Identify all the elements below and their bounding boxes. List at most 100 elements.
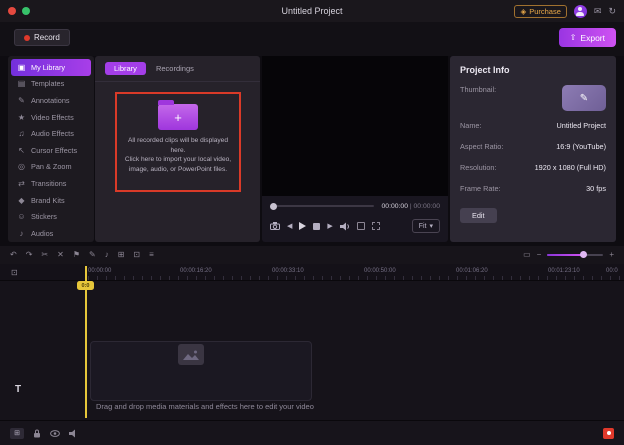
delete-icon[interactable]: ✕ [57,251,64,259]
account-avatar[interactable] [573,4,587,18]
name-label: Name: [460,121,482,130]
ruler-tick: 00:00:33:10 [272,268,304,274]
resolution-row: Resolution: 1920 x 1080 (Full HD) [460,163,606,172]
preview-screen [262,56,448,196]
marker-icon[interactable]: ⚑ [73,251,80,259]
sidebar-item-video-effects[interactable]: ★ Video Effects [11,109,91,126]
tab-library[interactable]: Library [105,62,146,75]
help-icon[interactable] [603,427,614,439]
sidebar-item-annotations[interactable]: ✎ Annotations [11,92,91,109]
greenscreen-icon[interactable]: ⊡ [133,251,140,259]
track-manager-icon[interactable]: ≡ [149,251,154,259]
edit-thumbnail-icon: ✎ [579,92,589,104]
purchase-button[interactable]: ◈ Purchase [514,4,567,18]
templates-icon: ▤ [17,79,26,89]
current-time: 00:00:00 [381,202,408,210]
sidebar-item-pan-zoom[interactable]: ◎ Pan & Zoom [11,159,91,176]
split-icon[interactable]: ✂ [41,251,48,259]
mute-track-icon[interactable] [69,429,79,438]
ruler-tick: 00:0 [606,268,618,274]
sidebar-item-label: Pan & Zoom [31,162,72,172]
project-info-title: Project Info [460,65,510,75]
zoom-window-button[interactable] [22,7,30,15]
timeline-drop-hint: Drag and drop media materials and effect… [96,402,314,411]
annotations-icon: ✎ [18,95,25,105]
aspect-ratio-value: 16:9 (YouTube) [556,142,606,151]
sidebar-item-transitions[interactable]: ⇄ Transitions [11,175,91,192]
redo-icon[interactable]: ↷ [26,251,33,259]
resolution-label: Resolution: [460,163,497,172]
record-button[interactable]: Record [14,29,70,46]
timeline-ruler[interactable]: 00:00:00 00:00:16:20 00:00:33:10 00:00:5… [0,264,624,281]
pip-icon[interactable]: ⊞ [118,251,125,259]
zoom-out-icon[interactable]: − [537,251,542,259]
name-row: Name: Untitled Project [460,121,606,130]
ruler-tick: 00:01:06:20 [456,268,488,274]
close-window-button[interactable] [8,7,16,15]
collapse-tracks-icon[interactable]: ⊡ [11,268,18,277]
fit-dropdown[interactable]: Fit ▾ [411,219,440,233]
voiceover-icon[interactable]: ♪ [105,251,109,259]
sidebar-item-cursor-effects[interactable]: ↖ Cursor Effects [11,142,91,159]
transitions-icon: ⇄ [18,178,25,188]
sidebar-item-label: Transitions [31,178,67,188]
pan-zoom-icon: ◎ [18,162,25,172]
seek-bar[interactable] [270,202,374,210]
frame-rate-row: Frame Rate: 30 fps [460,184,606,193]
show-hide-track-icon[interactable] [50,429,60,437]
zoom-in-icon[interactable]: + [609,251,614,259]
zoom-slider-knob[interactable] [579,251,587,259]
sidebar-item-templates[interactable]: ▤ Templates [11,76,91,93]
undo-icon[interactable]: ↶ [10,251,17,259]
fit-label: Fit [418,222,427,230]
restore-icon[interactable]: ↻ [608,6,616,16]
import-media-dropzone[interactable]: + All recorded clips will be displayed h… [115,92,241,192]
zoom-slider-fill [547,253,583,257]
purchase-label: Purchase [529,6,561,16]
feedback-icon[interactable]: ✉ [594,6,602,16]
sidebar-item-label: Templates [31,79,65,89]
name-value: Untitled Project [556,121,606,130]
annotation-icon[interactable]: ✎ [89,251,96,259]
brand-kits-icon: ◆ [18,195,25,205]
sidebar-item-audio-effects[interactable]: ♫ Audio Effects [11,125,91,142]
frame-rate-label: Frame Rate: [460,184,501,193]
volume-icon[interactable] [339,222,350,231]
time-separator: | [409,202,412,210]
stop-button[interactable] [313,222,321,230]
tab-recordings[interactable]: Recordings [156,64,194,73]
edit-button[interactable]: Edit [460,208,497,223]
playhead-handle[interactable]: 0:0 [77,281,94,290]
sidebar-item-my-library[interactable]: ▣ My Library [11,59,91,76]
play-button[interactable] [299,222,307,230]
sidebar-item-stickers[interactable]: ☺ Stickers [11,208,91,225]
titlebar: Untitled Project ◈ Purchase ✉ ↻ [0,0,624,22]
zoom-fit-icon[interactable]: ▭ [523,251,531,259]
sidebar-item-brand-kits[interactable]: ◆ Brand Kits [11,192,91,209]
aspect-ratio-label: Aspect Ratio: [460,142,504,151]
plus-icon: + [174,109,182,125]
add-track-button[interactable]: ⊞ [10,427,24,439]
thumbnail-edit-button[interactable]: ✎ [562,85,606,111]
crop-icon[interactable] [356,222,365,230]
snapshot-icon[interactable] [270,222,280,230]
export-icon: ⇧ [569,33,577,42]
sidebar-item-label: Video Effects [31,112,74,122]
fullscreen-icon[interactable] [371,222,380,230]
record-dot-icon [24,34,30,41]
timeline-bottom-bar: ⊞ [0,420,624,445]
tag-icon: ◈ [520,6,527,16]
previous-frame-icon[interactable]: ◀ [287,223,292,230]
sidebar-item-audios[interactable]: ♪ Audios [11,225,91,242]
zoom-slider[interactable] [547,251,604,259]
export-button[interactable]: ⇧ Export [558,28,616,47]
sidebar-item-label: Brand Kits [31,195,65,205]
next-frame-icon[interactable]: ▶ [327,223,332,230]
time-display: 00:00:00 | 00:00:00 [382,203,440,210]
thumbnail-label: Thumbnail: [460,85,497,94]
audios-icon: ♪ [19,228,24,238]
timeline-tracks[interactable]: Drag and drop media materials and effect… [0,281,624,420]
lock-track-icon[interactable] [33,429,41,438]
media-placeholder-icon [178,344,204,365]
export-label: Export [580,32,605,43]
